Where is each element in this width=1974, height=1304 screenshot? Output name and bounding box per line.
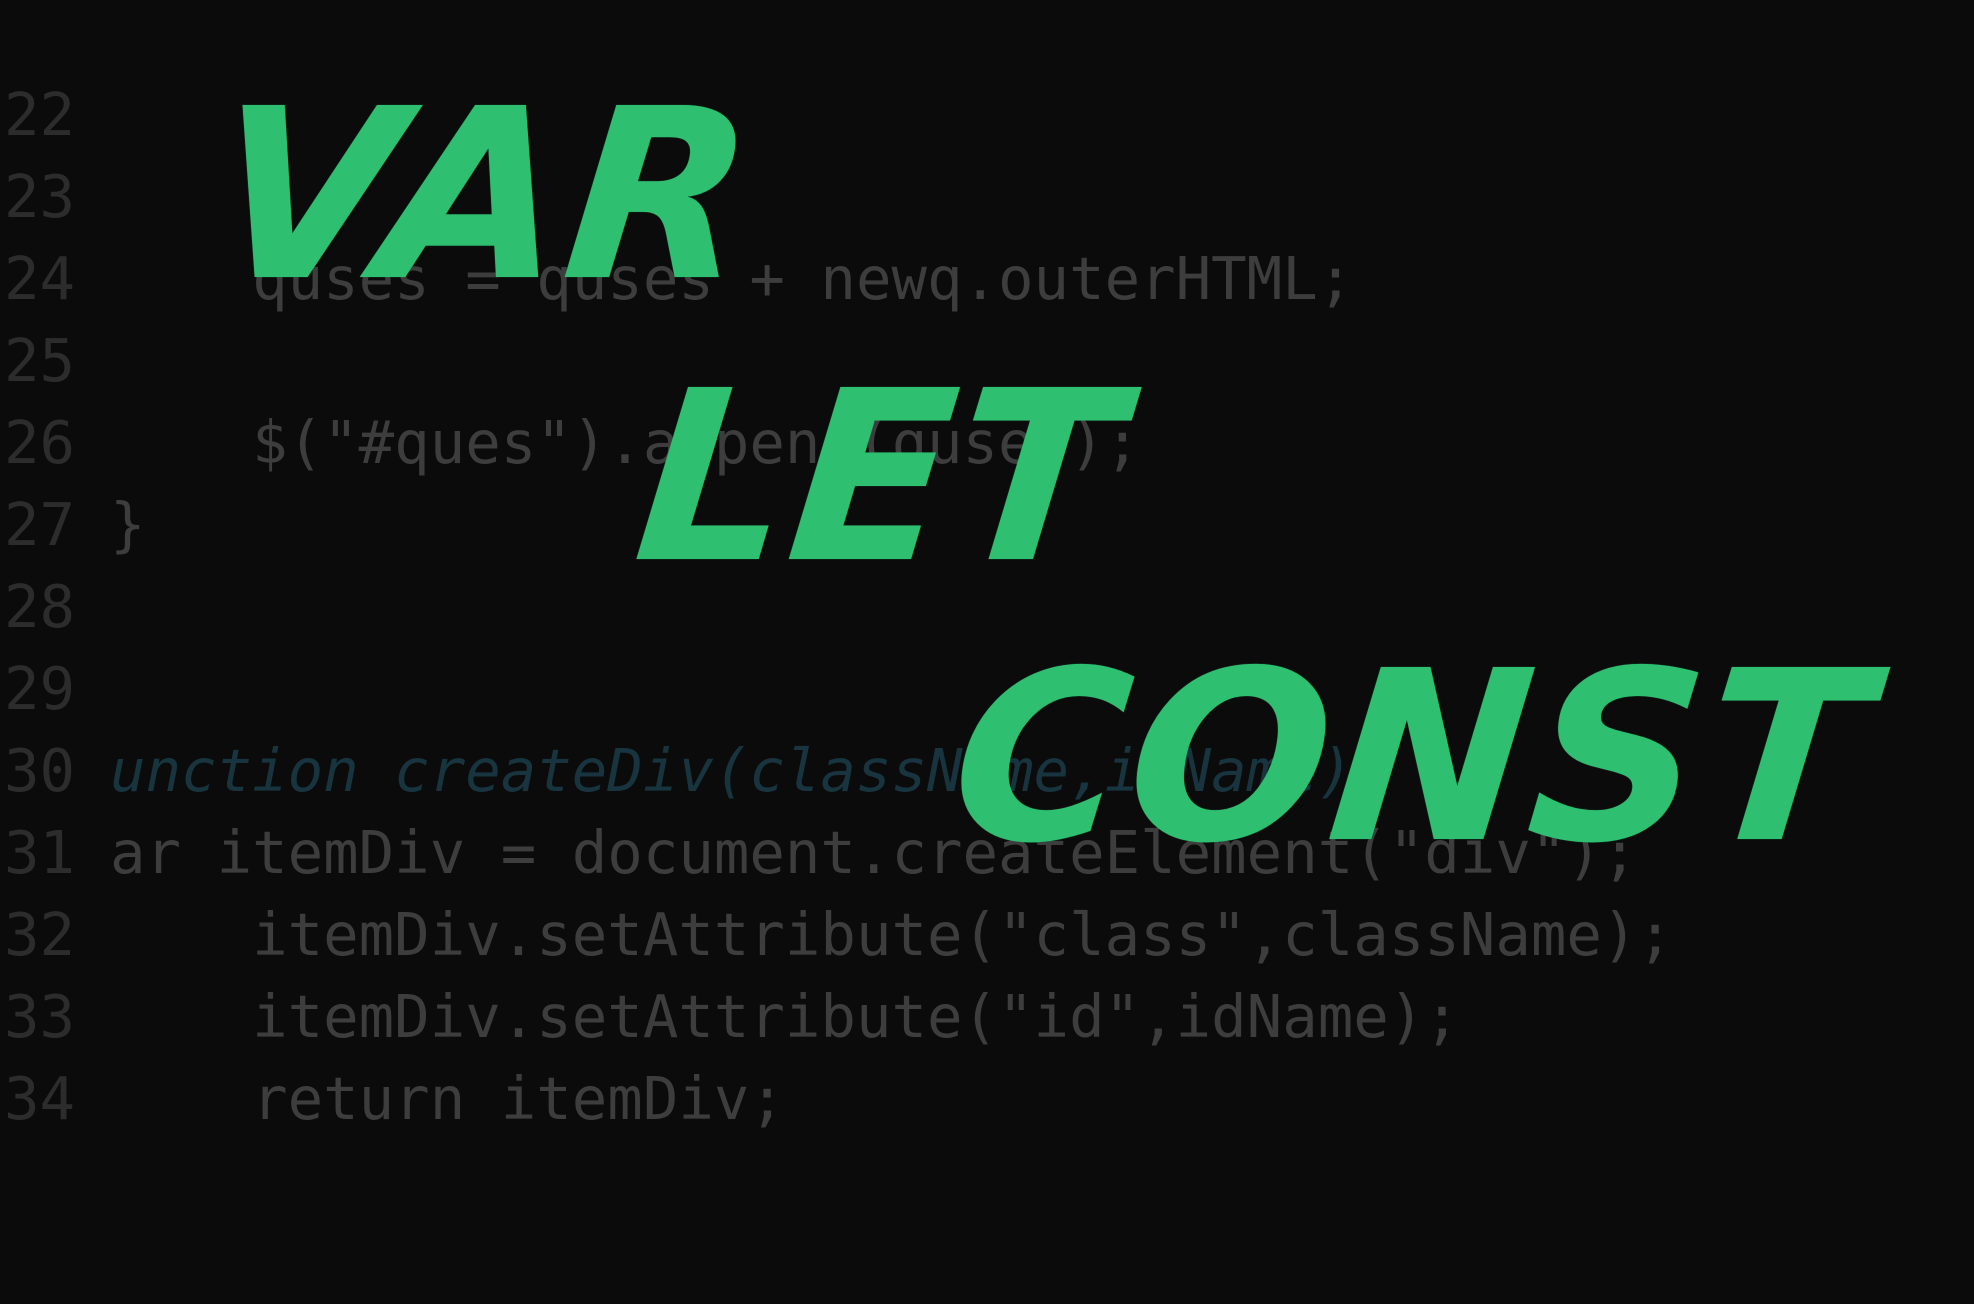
title-word-let: LET <box>625 340 1134 615</box>
code-text: return itemDiv; <box>110 1064 785 1133</box>
title-word-var: VAR <box>200 58 767 333</box>
title-word-const: CONST <box>940 620 1882 895</box>
title-words: VAR LET CONST <box>0 0 1974 1038</box>
line-number: 34 <box>3 1064 75 1133</box>
